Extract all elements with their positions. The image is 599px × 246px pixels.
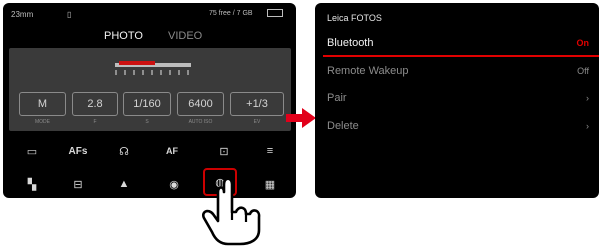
aperture-caption: F (93, 119, 97, 125)
camera-status-screen: 23mm ▯ 75 free / 7 GB PHOTO VIDEO M 2.8 … (3, 3, 296, 198)
menu-item-label: Pair (327, 92, 347, 104)
menu-item-delete[interactable]: Delete › (315, 116, 599, 140)
focus-mode-icon[interactable]: AFs (67, 143, 89, 159)
exposure-panel: M 2.8 1/160 6400 +1/3 MODE F S AUTO ISO … (9, 48, 291, 131)
tap-hand-icon (202, 177, 261, 246)
selection-underline (323, 55, 599, 57)
menu-item-bluetooth[interactable]: Bluetooth On (315, 33, 599, 57)
chevron-right-icon: › (586, 93, 589, 103)
storage-label: 75 free / 7 GB (209, 10, 253, 17)
tab-video[interactable]: VIDEO (168, 30, 202, 42)
save-icon[interactable]: ⊡ (213, 143, 235, 159)
ev-caption: EV (253, 119, 261, 125)
focal-length-label: 23mm (11, 10, 34, 19)
menu-title: Leica FOTOS (327, 13, 382, 23)
shutter-speed-setting[interactable]: 1/160 (123, 92, 171, 116)
remote-wakeup-value: Off (577, 66, 589, 76)
stabilization-icon[interactable]: ◉ (163, 176, 185, 192)
flash-icon[interactable]: ≡ (259, 143, 281, 159)
iso-setting[interactable]: 6400 (177, 92, 224, 116)
exposure-scale (115, 61, 191, 75)
bluetooth-value: On (576, 38, 590, 48)
battery-icon (267, 9, 283, 17)
exposure-metering-icon[interactable]: AF (161, 143, 183, 159)
timer-icon[interactable]: ▲ (113, 176, 135, 192)
arrow-right-icon (286, 108, 316, 128)
menu-item-remote-wakeup[interactable]: Remote Wakeup Off (315, 61, 599, 85)
menu-item-label: Delete (327, 120, 359, 132)
tab-photo[interactable]: PHOTO (104, 30, 143, 42)
menu-item-label: Remote Wakeup (327, 65, 409, 77)
mode-tabs: PHOTO VIDEO (3, 30, 296, 44)
file-format-icon[interactable]: ⊟ (67, 176, 89, 192)
white-balance-icon[interactable]: ▚ (21, 176, 43, 192)
chevron-right-icon: › (586, 121, 589, 131)
menu-item-pair[interactable]: Pair › (315, 88, 599, 112)
mode-caption: MODE (35, 119, 50, 125)
leica-fotos-menu: Leica FOTOS Bluetooth On Remote Wakeup O… (315, 3, 599, 198)
exposure-compensation-setting[interactable]: +1/3 (230, 92, 284, 116)
aperture-setting[interactable]: 2.8 (72, 92, 118, 116)
mode-setting[interactable]: M (19, 92, 66, 116)
menu-item-label: Bluetooth (327, 37, 374, 49)
sd-card-icon: ▯ (67, 10, 72, 19)
drive-mode-icon[interactable]: ▭ (21, 143, 43, 159)
shutter-caption: S (145, 119, 149, 125)
face-detection-icon[interactable]: ☊ (113, 143, 135, 159)
iso-caption: AUTO ISO (188, 119, 213, 125)
